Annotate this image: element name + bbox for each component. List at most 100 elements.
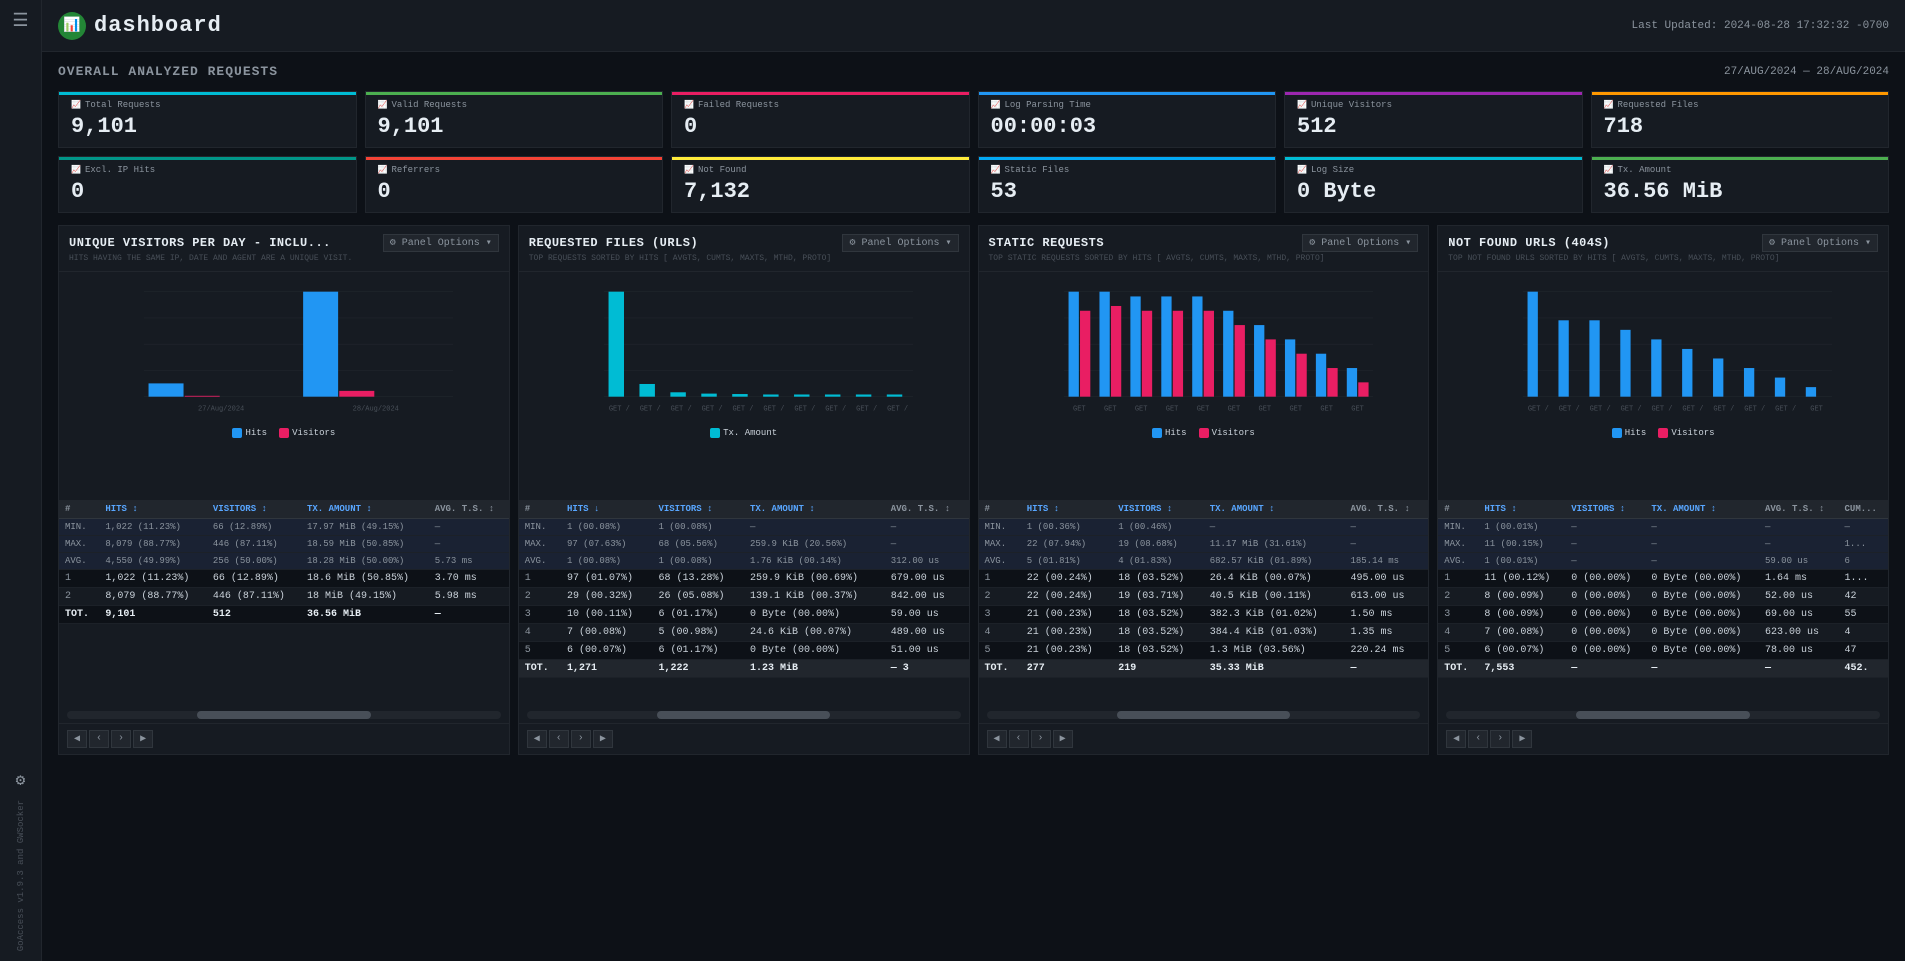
stat-label-6: 📈 Excl. IP Hits	[71, 165, 344, 175]
panel-options-btn-1[interactable]: ⚙ Panel Options ▾	[842, 234, 958, 252]
table-row[interactable]: 28 (00.09%)0 (00.00%)0 Byte (00.00%)52.0…	[1438, 587, 1888, 605]
th-3-4[interactable]: AVG. T.S. ↕	[1759, 500, 1839, 519]
page-btn-1-0[interactable]: ◀	[527, 730, 547, 748]
th-2-4[interactable]: AVG. T.S. ↕	[1344, 500, 1428, 519]
table-row[interactable]: 11,022 (11.23%)66 (12.89%)18.6 MiB (50.8…	[59, 569, 509, 587]
panel-header-2: STATIC REQUESTS⚙ Panel Options ▾TOP STAT…	[979, 226, 1429, 272]
th-2-2[interactable]: VISITORS ↕	[1112, 500, 1203, 519]
stat-card-5[interactable]: 📈 Requested Files 718	[1591, 91, 1890, 148]
stat-card-1[interactable]: 📈 Valid Requests 9,101	[365, 91, 664, 148]
table-row[interactable]: 521 (00.23%)18 (03.52%)1.3 MiB (03.56%)2…	[979, 641, 1429, 659]
th-2-3[interactable]: TX. AMOUNT ↕	[1204, 500, 1345, 519]
th-2-0[interactable]: #	[979, 500, 1021, 519]
table-row[interactable]: 56 (00.07%)0 (00.00%)0 Byte (00.00%)78.0…	[1438, 641, 1888, 659]
scroll-thumb-3[interactable]	[1576, 711, 1750, 719]
table-row[interactable]: 421 (00.23%)18 (03.52%)384.4 KiB (01.03%…	[979, 623, 1429, 641]
page-btn-0-1[interactable]: ‹	[89, 730, 109, 748]
page-btn-3-1[interactable]: ‹	[1468, 730, 1488, 748]
page-btn-2-3[interactable]: ▶	[1053, 730, 1073, 748]
cell-2-3-0: 4	[979, 623, 1021, 641]
scroll-track-3[interactable]	[1446, 711, 1880, 719]
table-row[interactable]: 310 (00.11%)6 (01.17%)0 Byte (00.00%)59.…	[519, 605, 969, 623]
page-btn-2-2[interactable]: ›	[1031, 730, 1051, 748]
table-row[interactable]: 56 (00.07%)6 (01.17%)0 Byte (00.00%)51.0…	[519, 641, 969, 659]
cell-3-3-4: 623.00 us	[1759, 623, 1839, 641]
min-cell-1-3: —	[744, 518, 885, 535]
th-0-0[interactable]: #	[59, 500, 99, 519]
table-row[interactable]: 28,079 (88.77%)446 (87.11%)18 MiB (49.15…	[59, 587, 509, 605]
scroll-track-0[interactable]	[67, 711, 501, 719]
th-3-5[interactable]: CUM...	[1839, 500, 1888, 519]
svg-text:GET /: GET /	[1714, 406, 1735, 414]
stat-card-3[interactable]: 📈 Log Parsing Time 00:00:03	[978, 91, 1277, 148]
page-btn-2-1[interactable]: ‹	[1009, 730, 1029, 748]
stat-card-2[interactable]: 📈 Failed Requests 0	[671, 91, 970, 148]
th-3-0[interactable]: #	[1438, 500, 1478, 519]
table-row[interactable]: 111 (00.12%)0 (00.00%)0 Byte (00.00%)1.6…	[1438, 569, 1888, 587]
stat-card-8[interactable]: 📈 Not Found 7,132	[671, 156, 970, 213]
page-btn-3-0[interactable]: ◀	[1446, 730, 1466, 748]
th-0-1[interactable]: HITS ↕	[99, 500, 207, 519]
scroll-thumb-0[interactable]	[197, 711, 371, 719]
cell-0-1-2: 446 (87.11%)	[207, 587, 301, 605]
table-row[interactable]: 197 (01.07%)68 (13.28%)259.9 KiB (00.69%…	[519, 569, 969, 587]
th-1-1[interactable]: HITS ↓	[561, 500, 652, 519]
stat-card-10[interactable]: 📈 Log Size 0 Byte	[1284, 156, 1583, 213]
max-cell-1-1: 97 (07.63%)	[561, 535, 652, 552]
cell-1-4-4: 51.00 us	[885, 641, 969, 659]
th-1-3[interactable]: TX. AMOUNT ↕	[744, 500, 885, 519]
hamburger-menu[interactable]: ☰	[12, 10, 28, 32]
th-1-2[interactable]: VISITORS ↕	[652, 500, 743, 519]
scroll-thumb-2[interactable]	[1117, 711, 1291, 719]
svg-text:GET: GET	[1351, 406, 1364, 414]
stat-card-0[interactable]: 📈 Total Requests 9,101	[58, 91, 357, 148]
min-cell-0-1: 1,022 (11.23%)	[99, 518, 207, 535]
page-btn-1-2[interactable]: ›	[571, 730, 591, 748]
settings-icon[interactable]: ⚙	[16, 770, 26, 790]
page-btn-3-3[interactable]: ▶	[1512, 730, 1532, 748]
scroll-track-2[interactable]	[987, 711, 1421, 719]
min-cell-1-4: —	[885, 518, 969, 535]
page-btn-0-3[interactable]: ▶	[133, 730, 153, 748]
page-btn-0-2[interactable]: ›	[111, 730, 131, 748]
th-0-3[interactable]: TX. AMOUNT ↕	[301, 500, 429, 519]
panel-subtitle-3: TOP NOT FOUND URLS SORTED BY HITS [ AVGT…	[1448, 254, 1878, 263]
th-2-1[interactable]: HITS ↕	[1021, 500, 1112, 519]
page-btn-1-1[interactable]: ‹	[549, 730, 569, 748]
th-1-0[interactable]: #	[519, 500, 561, 519]
table-row[interactable]: 122 (00.24%)18 (03.52%)26.4 KiB (00.07%)…	[979, 569, 1429, 587]
page-btn-2-0[interactable]: ◀	[987, 730, 1007, 748]
th-0-2[interactable]: VISITORS ↕	[207, 500, 301, 519]
panel-not-found-urls: NOT FOUND URLS (404S)⚙ Panel Options ▾TO…	[1437, 225, 1889, 755]
table-row[interactable]: 321 (00.23%)18 (03.52%)382.3 KiB (01.02%…	[979, 605, 1429, 623]
page-btn-0-0[interactable]: ◀	[67, 730, 87, 748]
cell-1-0-0: 1	[519, 569, 561, 587]
page-btn-3-2[interactable]: ›	[1490, 730, 1510, 748]
scroll-track-1[interactable]	[527, 711, 961, 719]
total-cell-0-1: 9,101	[99, 605, 207, 623]
stat-card-9[interactable]: 📈 Static Files 53	[978, 156, 1277, 213]
th-3-1[interactable]: HITS ↕	[1478, 500, 1565, 519]
stat-value-11: 36.56 MiB	[1604, 179, 1877, 204]
table-row[interactable]: 229 (00.32%)26 (05.08%)139.1 KiB (00.37%…	[519, 587, 969, 605]
table-row[interactable]: 47 (00.08%)5 (00.98%)24.6 KiB (00.07%)48…	[519, 623, 969, 641]
stat-label-2: 📈 Failed Requests	[684, 100, 957, 110]
table-row[interactable]: 47 (00.08%)0 (00.00%)0 Byte (00.00%)623.…	[1438, 623, 1888, 641]
th-0-4[interactable]: AVG. T.S. ↕	[429, 500, 509, 519]
svg-text:27/Aug/2024: 27/Aug/2024	[198, 406, 244, 414]
table-row[interactable]: 222 (00.24%)19 (03.71%)40.5 KiB (00.11%)…	[979, 587, 1429, 605]
panel-options-btn-3[interactable]: ⚙ Panel Options ▾	[1762, 234, 1878, 252]
scroll-thumb-1[interactable]	[657, 711, 831, 719]
th-3-2[interactable]: VISITORS ↕	[1565, 500, 1645, 519]
stat-card-7[interactable]: 📈 Referrers 0	[365, 156, 664, 213]
stat-card-11[interactable]: 📈 Tx. Amount 36.56 MiB	[1591, 156, 1890, 213]
table-row[interactable]: 38 (00.09%)0 (00.00%)0 Byte (00.00%)69.0…	[1438, 605, 1888, 623]
panel-options-btn-0[interactable]: ⚙ Panel Options ▾	[383, 234, 499, 252]
page-btn-1-3[interactable]: ▶	[593, 730, 613, 748]
sidebar: ☰ ⚙ GoAccess v1.9.3 and GWSocker	[0, 0, 42, 961]
panel-options-btn-2[interactable]: ⚙ Panel Options ▾	[1302, 234, 1418, 252]
th-1-4[interactable]: AVG. T.S. ↕	[885, 500, 969, 519]
stat-card-6[interactable]: 📈 Excl. IP Hits 0	[58, 156, 357, 213]
th-3-3[interactable]: TX. AMOUNT ↕	[1645, 500, 1759, 519]
stat-card-4[interactable]: 📈 Unique Visitors 512	[1284, 91, 1583, 148]
